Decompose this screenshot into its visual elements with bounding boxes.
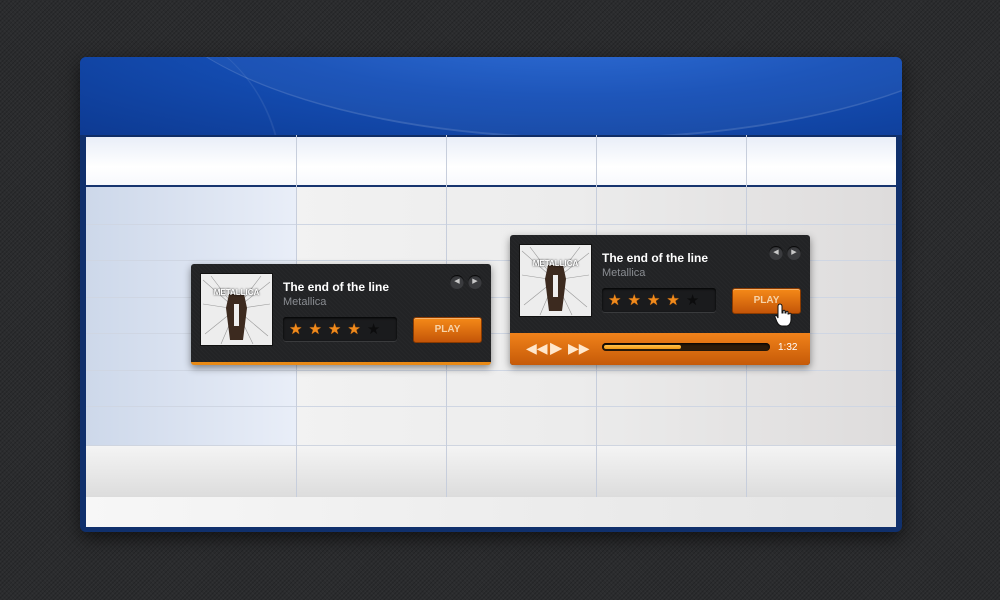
track-title: The end of the line (283, 280, 390, 294)
table-bottom-bar (86, 497, 896, 527)
star-icon[interactable]: ★ (367, 322, 380, 337)
chevron-left-icon[interactable]: ◀ (450, 275, 464, 289)
track-artist: Metallica (602, 267, 646, 279)
track-title: The end of the line (602, 251, 709, 265)
table-header (86, 135, 896, 187)
music-player-compact: METALLICA The end of the line Metallica … (191, 264, 491, 365)
chevron-right-icon[interactable]: ▶ (468, 275, 482, 289)
play-icon[interactable]: ▶ (550, 338, 562, 358)
table-footer (86, 445, 896, 498)
star-icon[interactable]: ★ (627, 293, 640, 308)
star-icon[interactable]: ★ (686, 293, 699, 308)
music-player-expanded: METALLICA The end of the line Metallica … (510, 235, 810, 365)
header-banner (80, 57, 902, 135)
star-rating[interactable]: ★ ★ ★ ★ ★ (602, 288, 716, 312)
star-icon[interactable]: ★ (608, 293, 621, 308)
progress-fill (604, 345, 681, 349)
progress-bar[interactable] (602, 343, 770, 351)
star-icon[interactable]: ★ (289, 322, 302, 337)
table-row (86, 370, 896, 371)
star-icon[interactable]: ★ (308, 322, 321, 337)
album-text: METALLICA (532, 259, 579, 268)
chevron-right-icon[interactable]: ▶ (787, 246, 801, 260)
elapsed-time: 1:32 (778, 342, 798, 353)
star-icon[interactable]: ★ (328, 322, 341, 337)
star-icon[interactable]: ★ (647, 293, 660, 308)
rewind-icon[interactable]: ◀◀ (526, 340, 548, 357)
table-row (86, 224, 896, 225)
fast-forward-icon[interactable]: ▶▶ (568, 340, 590, 357)
star-icon[interactable]: ★ (347, 322, 360, 337)
album-text: METALLICA (213, 288, 260, 297)
hand-cursor-icon (774, 303, 792, 327)
album-cover: METALLICA (520, 245, 591, 316)
chevron-left-icon[interactable]: ◀ (769, 246, 783, 260)
star-rating[interactable]: ★ ★ ★ ★ ★ (283, 317, 397, 341)
star-icon[interactable]: ★ (666, 293, 679, 308)
track-artist: Metallica (283, 296, 327, 308)
album-cover: METALLICA (201, 274, 272, 345)
table-row (86, 406, 896, 407)
playback-controls: ◀◀ ▶ ▶▶ 1:32 (510, 333, 810, 365)
play-button[interactable]: PLAY (413, 317, 482, 343)
